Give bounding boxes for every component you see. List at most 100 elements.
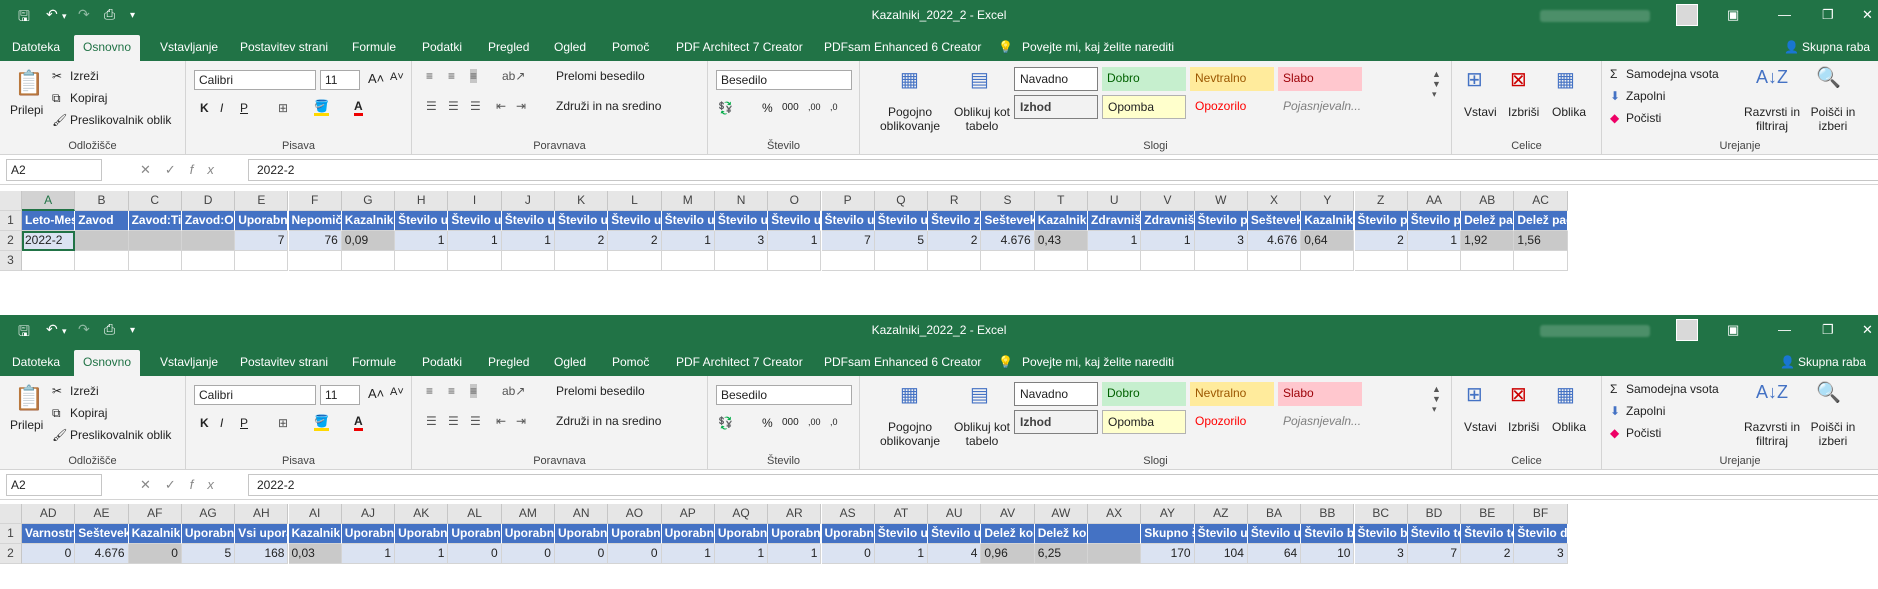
restore-icon[interactable]: ❐ bbox=[1822, 7, 1834, 23]
header-cell[interactable]: Kazalnik 3 bbox=[1301, 211, 1355, 231]
format-button[interactable]: Oblika bbox=[1552, 420, 1586, 434]
data-cell[interactable]: 0 bbox=[555, 544, 609, 564]
empty-cell[interactable] bbox=[555, 251, 609, 271]
sort-filter-button[interactable]: Razvrsti in filtriraj bbox=[1742, 420, 1802, 448]
bold-icon[interactable]: K bbox=[200, 101, 209, 115]
column-header[interactable]: AY bbox=[1141, 504, 1195, 524]
clear-button[interactable]: Počisti bbox=[1626, 426, 1661, 440]
format-painter-button[interactable]: Preslikovalnik oblik bbox=[70, 428, 171, 442]
styles-scroll-icon[interactable]: ▲ ▼ ▾ bbox=[1432, 69, 1441, 100]
find-icon[interactable]: 🔍 bbox=[1816, 65, 1841, 90]
empty-cell[interactable] bbox=[288, 251, 342, 271]
column-header[interactable]: BA bbox=[1247, 504, 1302, 524]
column-header[interactable]: F bbox=[288, 191, 342, 211]
tab-vstavljanje[interactable]: Vstavljanje bbox=[160, 355, 218, 369]
data-cell[interactable]: 1 bbox=[448, 231, 502, 251]
column-header[interactable]: N bbox=[714, 191, 769, 211]
spreadsheet-grid[interactable]: A B C D E F G H I J K L M N O P Q R S T U V W X Y Z AA AB AC 1 2 3 Leto-… bbox=[0, 185, 1878, 288]
header-cell[interactable]: Delež pad bbox=[1514, 211, 1568, 231]
data-cell[interactable]: 7 bbox=[821, 231, 875, 251]
column-header[interactable]: AX bbox=[1088, 504, 1142, 524]
cut-icon[interactable]: ✂ bbox=[52, 384, 62, 398]
insert-button[interactable]: Vstavi bbox=[1464, 105, 1497, 119]
font-name-select[interactable]: Calibri bbox=[194, 70, 316, 90]
data-cell[interactable]: 1 bbox=[395, 231, 449, 251]
column-header[interactable]: BB bbox=[1301, 504, 1355, 524]
column-header[interactable]: V bbox=[1141, 191, 1195, 211]
format-table-button[interactable]: Oblikuj kot tabelo bbox=[952, 105, 1012, 133]
data-cell[interactable]: 0 bbox=[448, 544, 502, 564]
header-cell[interactable]: Število up bbox=[1194, 524, 1248, 544]
data-cell[interactable] bbox=[75, 231, 129, 251]
data-cell[interactable]: 1 bbox=[661, 544, 715, 564]
header-cell[interactable] bbox=[1088, 524, 1142, 544]
format-table-icon[interactable]: ▤ bbox=[970, 67, 989, 92]
column-header[interactable]: C bbox=[128, 191, 182, 211]
align-right-icon[interactable]: ☰ bbox=[470, 99, 481, 113]
empty-cell[interactable] bbox=[1088, 251, 1142, 271]
column-header[interactable]: AD bbox=[22, 504, 76, 524]
column-header[interactable]: AS bbox=[821, 504, 875, 524]
style-dobro[interactable]: Dobro bbox=[1102, 67, 1186, 91]
data-cell[interactable]: 3 bbox=[1514, 544, 1568, 564]
clear-icon[interactable]: ◆ bbox=[1610, 426, 1619, 440]
format-table-button[interactable]: Oblikuj kot tabelo bbox=[952, 420, 1012, 448]
empty-cell[interactable] bbox=[1247, 251, 1302, 271]
column-header[interactable]: R bbox=[928, 191, 982, 211]
minimize-icon[interactable]: — bbox=[1778, 322, 1791, 337]
data-cell[interactable] bbox=[181, 231, 236, 251]
grow-font-icon[interactable]: A˄ bbox=[368, 71, 384, 86]
formula-bar-icons[interactable]: ✕✓fx bbox=[140, 162, 228, 178]
paste-button[interactable]: Prilepi bbox=[10, 418, 43, 432]
column-header[interactable]: T bbox=[1034, 191, 1088, 211]
align-middle-icon[interactable]: ≡ bbox=[448, 384, 455, 398]
style-dobro[interactable]: Dobro bbox=[1102, 382, 1186, 406]
empty-cell[interactable] bbox=[1407, 251, 1462, 271]
data-cell[interactable]: 1 bbox=[1088, 231, 1142, 251]
data-cell[interactable]: 1 bbox=[395, 544, 449, 564]
data-cell[interactable]: 3 bbox=[714, 231, 769, 251]
empty-cell[interactable] bbox=[448, 251, 502, 271]
tab-podatki[interactable]: Podatki bbox=[422, 40, 462, 54]
align-middle-icon[interactable]: ≡ bbox=[448, 69, 455, 83]
data-cell[interactable]: 0 bbox=[501, 544, 555, 564]
empty-cell[interactable] bbox=[928, 251, 982, 271]
style-navadno[interactable]: Navadno bbox=[1014, 67, 1098, 91]
column-header[interactable]: AT bbox=[874, 504, 929, 524]
cut-icon[interactable]: ✂ bbox=[52, 69, 62, 83]
tab-pregled[interactable]: Pregled bbox=[488, 40, 529, 54]
borders-icon[interactable]: ⊞ bbox=[278, 101, 288, 115]
minimize-icon[interactable]: — bbox=[1778, 7, 1791, 22]
name-box[interactable]: A2 bbox=[6, 474, 102, 496]
align-left-icon[interactable]: ☰ bbox=[426, 99, 437, 113]
empty-cell[interactable] bbox=[75, 251, 129, 271]
data-cell[interactable]: 1 bbox=[661, 231, 715, 251]
format-table-icon[interactable]: ▤ bbox=[970, 382, 989, 407]
header-cell[interactable]: Seštevek bbox=[1247, 211, 1302, 231]
cut-button[interactable]: Izreži bbox=[70, 384, 99, 398]
merge-center-button[interactable]: Združi in na sredino bbox=[556, 99, 661, 113]
tab-pdfsam[interactable]: PDFsam Enhanced 6 Creator bbox=[824, 40, 981, 54]
column-header[interactable]: E bbox=[235, 191, 289, 211]
insert-cells-icon[interactable]: ⊞ bbox=[1466, 382, 1483, 407]
column-header[interactable]: AO bbox=[608, 504, 662, 524]
row-header[interactable]: 1 bbox=[0, 524, 22, 544]
header-cell[interactable]: Uporabnil bbox=[448, 524, 502, 544]
data-cell[interactable]: 0 bbox=[22, 544, 76, 564]
empty-cell[interactable] bbox=[608, 251, 662, 271]
tab-ogled[interactable]: Ogled bbox=[554, 355, 586, 369]
fill-button[interactable]: Zapolni bbox=[1626, 89, 1665, 103]
header-cell[interactable]: Uporabnil bbox=[501, 524, 555, 544]
header-cell[interactable]: Kazalnik 5 bbox=[288, 524, 342, 544]
close-icon[interactable]: ✕ bbox=[1862, 7, 1873, 23]
fill-button[interactable]: Zapolni bbox=[1626, 404, 1665, 418]
data-cell[interactable]: 4.676 bbox=[75, 544, 129, 564]
fill-color-icon[interactable]: 🪣 bbox=[314, 99, 329, 116]
italic-icon[interactable]: I bbox=[220, 101, 223, 115]
row-header[interactable]: 3 bbox=[0, 251, 22, 271]
font-name-select[interactable]: Calibri bbox=[194, 385, 316, 405]
empty-cell[interactable] bbox=[1514, 251, 1568, 271]
header-cell[interactable]: Zavod:Ob bbox=[181, 211, 236, 231]
column-header[interactable]: I bbox=[448, 191, 502, 211]
header-cell[interactable]: Uporabnil bbox=[235, 211, 289, 231]
